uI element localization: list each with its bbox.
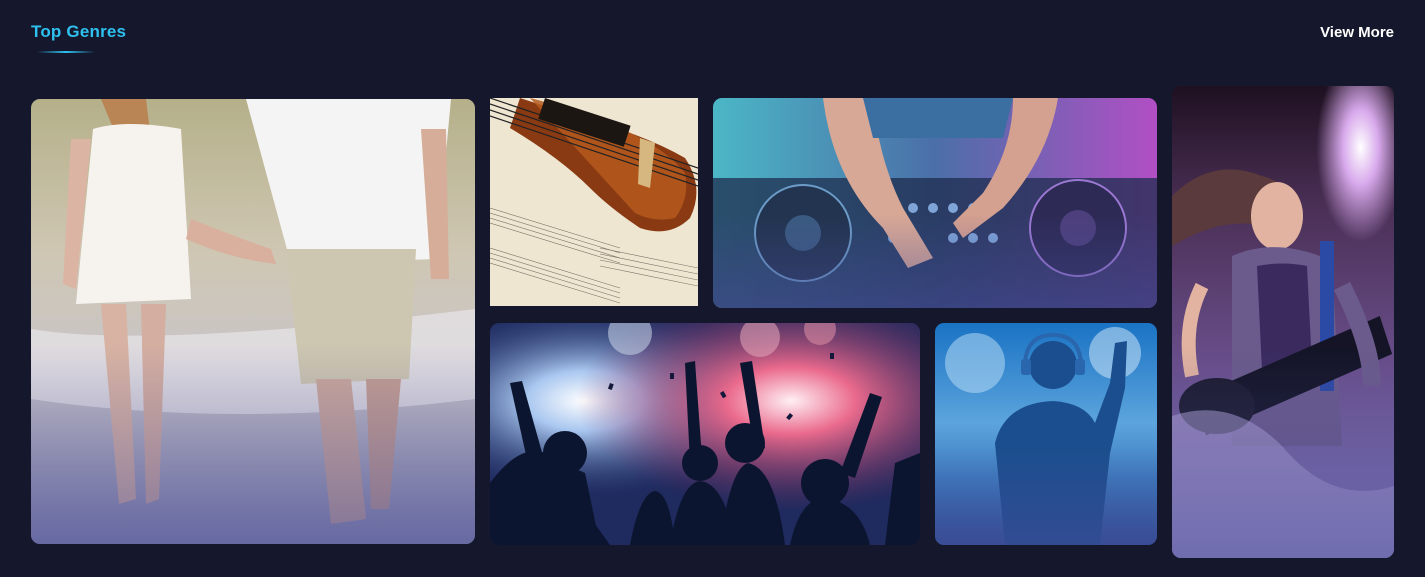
genre-card-party[interactable] bbox=[490, 323, 920, 545]
headphones-dj-silhouette-image bbox=[935, 323, 1157, 545]
party-crowd-image bbox=[490, 323, 920, 545]
dj-mixer-image bbox=[713, 98, 1157, 308]
genre-card-rock[interactable] bbox=[1172, 86, 1394, 558]
romance-couple-image bbox=[31, 99, 475, 544]
title-underline bbox=[37, 51, 95, 53]
genre-card-romance[interactable] bbox=[31, 99, 475, 544]
classical-violin-image bbox=[490, 98, 698, 306]
view-more-link[interactable]: View More bbox=[1320, 24, 1394, 41]
genre-card-electronic[interactable] bbox=[713, 98, 1157, 308]
genre-card-dj[interactable] bbox=[935, 323, 1157, 545]
rock-guitarist-image bbox=[1172, 86, 1394, 558]
genre-card-classical[interactable] bbox=[490, 98, 698, 306]
section-title: Top Genres bbox=[31, 22, 127, 41]
